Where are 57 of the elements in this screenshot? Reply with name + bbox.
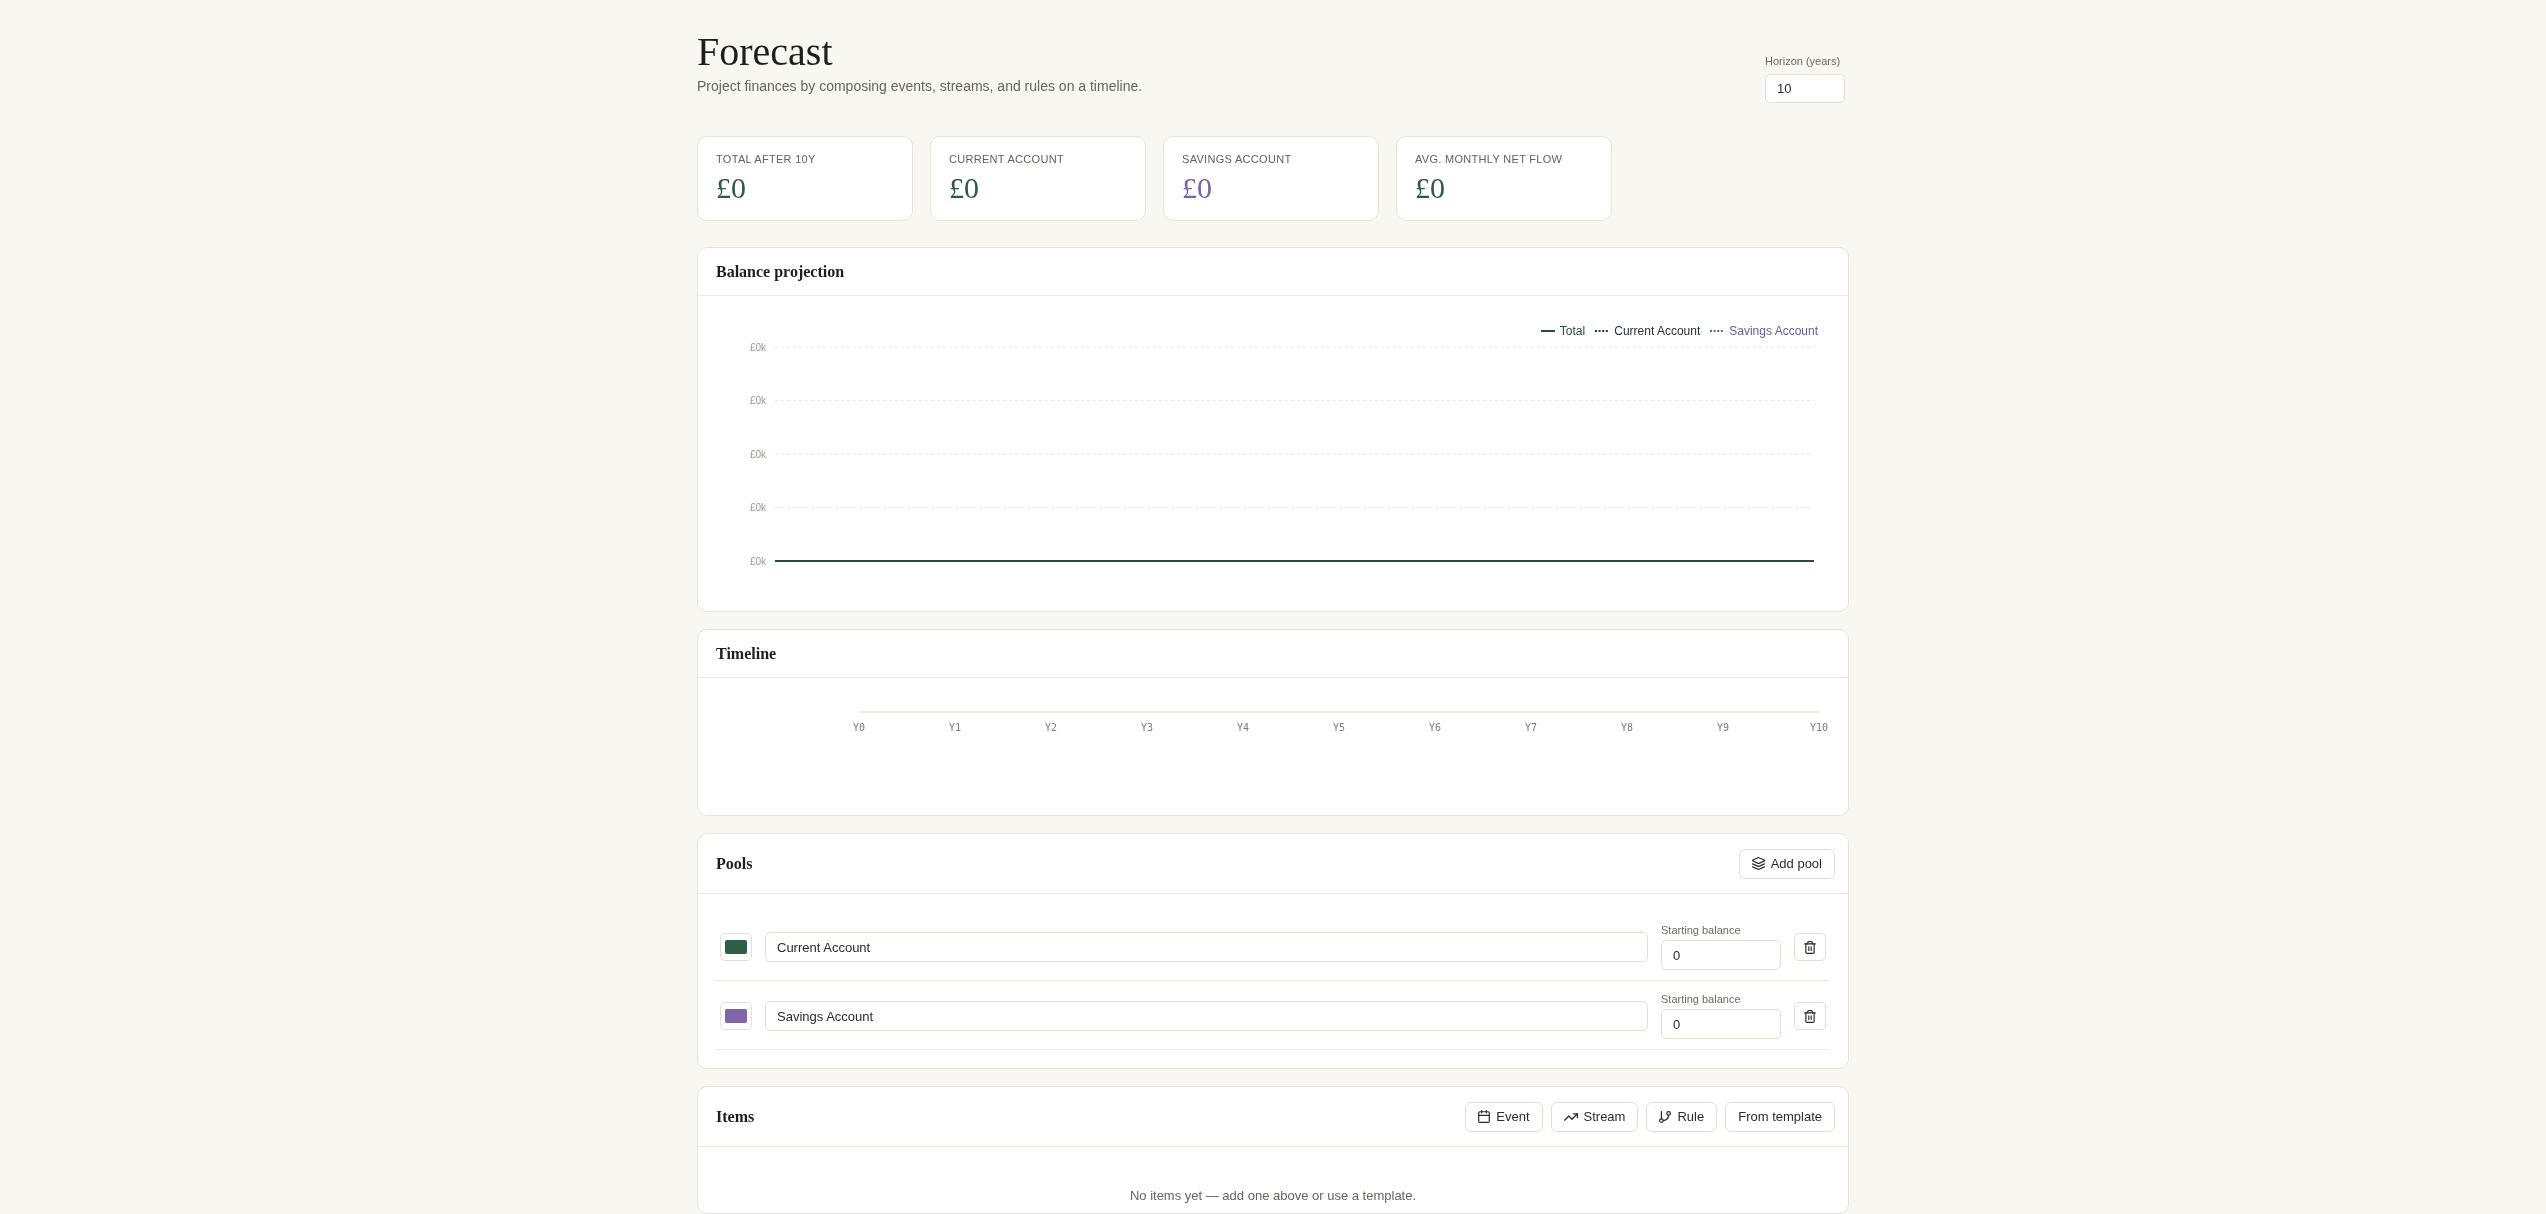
stat-value: £0 [1415,172,1446,204]
panel-title: Pools [716,853,753,874]
axis-label: £0k [749,502,766,513]
year-label: Y1 [949,721,961,733]
delete-button[interactable] [1794,1002,1826,1030]
starting-balance-label: Starting balance [1661,924,1742,937]
year-label: Y0 [853,721,865,733]
trash-icon [1804,940,1816,954]
page-title: Forecast [697,30,834,74]
trash-icon [1804,1009,1816,1023]
pool-name-field[interactable]: Savings Account [765,1001,1648,1031]
axis-label: £0k [749,341,766,353]
template-button[interactable]: From template [1725,1101,1835,1132]
year-label: Y6 [1429,721,1441,733]
panel-title: Balance projection [716,261,845,282]
event-button[interactable]: Event [1465,1101,1543,1132]
legend-label: Savings Account [1729,323,1818,340]
stat-label: CURRENT ACCOUNT [949,152,1065,166]
starting-balance-field[interactable]: 0 [1661,940,1781,970]
starting-balance-label: Starting balance [1661,993,1742,1006]
stat-value: £0 [1182,172,1213,204]
trending-up-icon [1563,1112,1578,1121]
stat-label: TOTAL AFTER 10Y [716,152,817,166]
layers-icon [1751,857,1765,870]
empty-message: No items yet — add one above or use a template. [1128,1187,1418,1205]
axis-label: £0k [749,555,766,567]
calendar-icon [1478,1110,1491,1123]
add-pool-button[interactable]: Add pool [1738,848,1835,879]
stream-button[interactable]: Stream [1550,1101,1639,1132]
year-label: Y9 [1717,721,1729,733]
horizon-label: Horizon (years) [1765,54,1841,68]
rule-button[interactable]: Rule [1646,1101,1718,1132]
year-label: Y2 [1045,721,1057,733]
legend-label: Current Account [1614,323,1701,340]
panel-title: Items [716,1106,755,1127]
year-label: Y7 [1525,721,1537,733]
year-label: Y8 [1621,721,1633,733]
starting-balance-field[interactable]: 0 [1661,1009,1781,1039]
axis-label: £0k [749,448,766,460]
stat-label: SAVINGS ACCOUNT [1182,152,1293,166]
year-label: Y4 [1237,721,1249,733]
branch-icon [1659,1110,1672,1123]
panel-title: Timeline [716,643,777,664]
year-label: Y10 [1809,721,1829,733]
axis-label: £0k [749,395,766,406]
horizon-field[interactable]: 10 [1765,74,1845,103]
stat-label: AVG. MONTHLY NET FLOW [1415,152,1564,166]
year-label: Y5 [1333,721,1345,733]
legend-label: Total [1559,323,1586,340]
page-subtitle: Project finances by composing events, streams, and rules on a timeline. [697,77,1143,96]
color-picker-button[interactable] [720,1002,752,1030]
color-picker-button[interactable] [720,933,752,961]
pool-name-field[interactable]: Current Account [765,932,1648,962]
stat-value: £0 [716,172,747,204]
year-label: Y3 [1141,721,1153,733]
stat-value: £0 [949,172,980,204]
delete-button[interactable] [1794,933,1826,961]
